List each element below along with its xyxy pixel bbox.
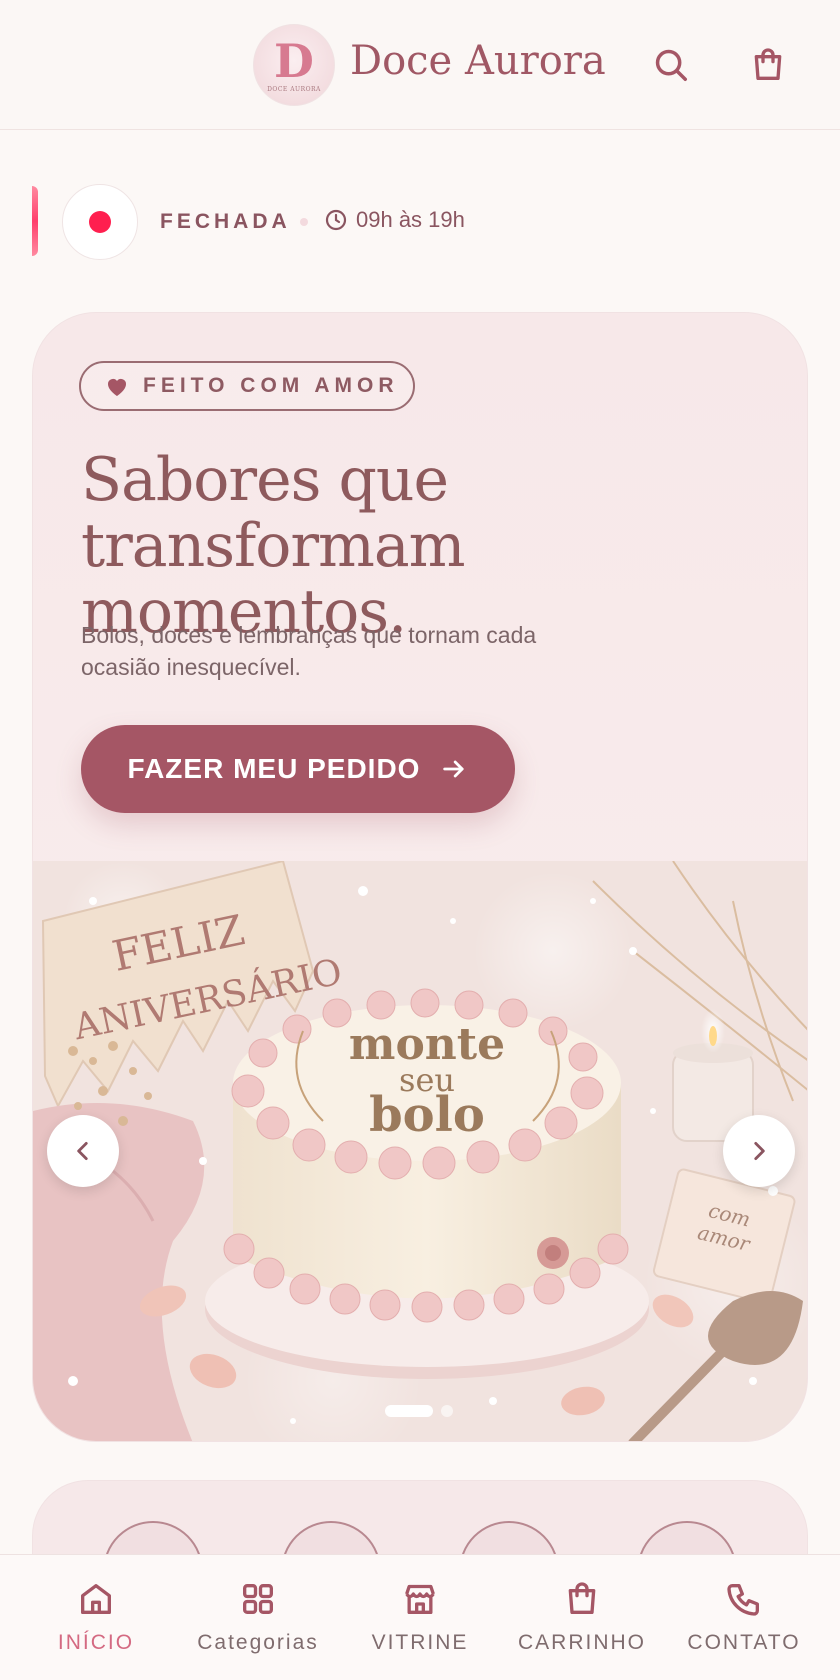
carousel-dot-active[interactable] bbox=[385, 1405, 433, 1417]
shopping-bag-icon bbox=[754, 48, 782, 81]
cart-button[interactable] bbox=[745, 42, 791, 88]
chevron-left-icon bbox=[77, 1142, 88, 1160]
brand-logo[interactable]: D DOCE AURORA bbox=[253, 24, 335, 106]
status-separator bbox=[300, 218, 308, 226]
app-header: D DOCE AURORA Doce Aurora bbox=[0, 0, 840, 130]
phone-icon bbox=[727, 1584, 759, 1616]
logo-letter: D bbox=[274, 33, 314, 88]
nav-item-contato[interactable]: CONTATO bbox=[660, 1555, 828, 1680]
hero-title: Sabores que transformam momentos. bbox=[81, 447, 781, 645]
home-icon bbox=[81, 1584, 112, 1614]
chevron-right-icon bbox=[754, 1142, 765, 1160]
status-dot bbox=[89, 211, 111, 233]
hero-badge: FEITO COM AMOR bbox=[79, 361, 415, 411]
status-indicator bbox=[62, 184, 138, 260]
nav-label-categorias: Categorias bbox=[197, 1631, 319, 1654]
nav-label-vitrine: VITRINE bbox=[371, 1631, 469, 1654]
nav-label-contato: CONTATO bbox=[687, 1631, 801, 1654]
opening-hours: 09h às 19h bbox=[324, 207, 465, 233]
brand-name[interactable]: Doce Aurora bbox=[350, 38, 606, 84]
nav-item-categorias[interactable]: Categorias bbox=[174, 1555, 342, 1680]
carousel-pagination bbox=[385, 1405, 453, 1417]
search-icon bbox=[655, 49, 687, 81]
carousel-dot[interactable] bbox=[441, 1405, 453, 1417]
store-icon bbox=[405, 1584, 435, 1614]
status-accent-bar bbox=[32, 186, 38, 256]
order-button[interactable]: FAZER MEU PEDIDO bbox=[81, 725, 515, 813]
status-label: FECHADA bbox=[160, 210, 291, 233]
cake-illustration: FELIZ ANIVERSÁRIO monte seu bolo com amo… bbox=[33, 861, 807, 1441]
clock-icon bbox=[325, 209, 347, 231]
nav-label-carrinho: CARRINHO bbox=[517, 1631, 646, 1654]
nav-item-vitrine[interactable]: VITRINE bbox=[336, 1555, 504, 1680]
arrow-right-icon bbox=[443, 760, 465, 778]
hero-title-line-1: Sabores que bbox=[81, 445, 449, 515]
nav-item-inicio[interactable]: INÍCIO bbox=[12, 1555, 180, 1680]
carousel-next-button[interactable] bbox=[723, 1115, 795, 1187]
bottom-navigation: INÍCIO Categorias VITRINE CARRINHO CONTA… bbox=[0, 1554, 840, 1680]
hero-subtitle: Bolos, doces e lembranças que tornam cad… bbox=[81, 622, 537, 680]
nav-label-inicio: INÍCIO bbox=[57, 1631, 135, 1654]
logo-small-text: DOCE AURORA bbox=[267, 85, 321, 93]
nav-item-carrinho[interactable]: CARRINHO bbox=[498, 1555, 666, 1680]
hero-badge-label: FEITO COM AMOR bbox=[143, 374, 399, 397]
shopping-bag-icon bbox=[568, 1582, 596, 1614]
hero-card: FEITO COM AMOR Sabores que transformam m… bbox=[32, 312, 808, 1442]
grid-icon bbox=[243, 1584, 273, 1614]
cake-text-3: bolo bbox=[369, 1087, 485, 1143]
heart-icon bbox=[108, 379, 126, 396]
carousel-prev-button[interactable] bbox=[47, 1115, 119, 1187]
order-button-label: FAZER MEU PEDIDO bbox=[127, 753, 421, 784]
hours-text: 09h às 19h bbox=[356, 207, 465, 232]
search-button[interactable] bbox=[648, 42, 694, 88]
hero-banner-image[interactable]: FELIZ ANIVERSÁRIO monte seu bolo com amo… bbox=[33, 861, 807, 1441]
